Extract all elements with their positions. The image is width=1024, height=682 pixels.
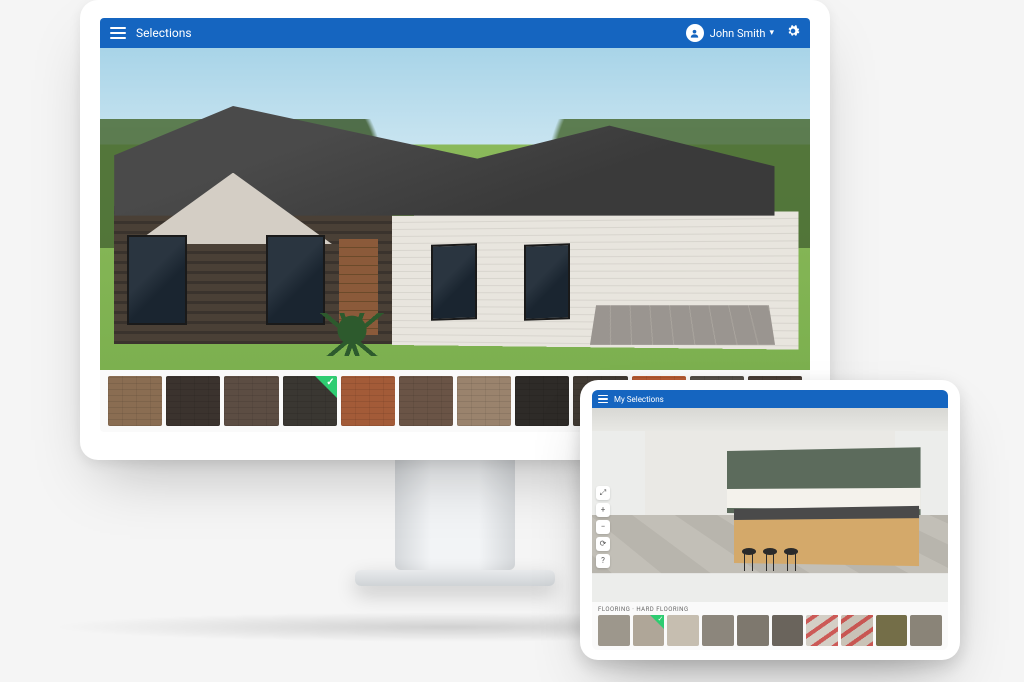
flooring-swatch[interactable] — [876, 615, 908, 646]
window — [266, 235, 325, 326]
roof-swatch[interactable]: ✓ — [283, 376, 337, 426]
roof-swatch[interactable] — [341, 376, 395, 426]
settings-icon[interactable] — [786, 24, 800, 42]
roof-swatch[interactable] — [224, 376, 278, 426]
plant — [312, 313, 391, 356]
viewport-tool-button[interactable]: ⟳ — [596, 537, 610, 551]
flooring-swatch[interactable] — [806, 615, 838, 646]
window — [431, 243, 477, 321]
viewport-tool-button[interactable]: − — [596, 520, 610, 534]
roof-swatch[interactable] — [399, 376, 453, 426]
monitor-base — [355, 570, 555, 586]
window — [127, 235, 186, 326]
tablet-footer: Flooring · Hard Flooring ✓ — [592, 602, 948, 650]
driveway — [590, 305, 775, 344]
menu-icon[interactable] — [110, 27, 126, 39]
viewport-toolbar: ⤢ + − ⟳? — [596, 486, 610, 568]
flooring-swatch[interactable] — [737, 615, 769, 646]
roof-swatch[interactable] — [515, 376, 569, 426]
page-title: Selections — [136, 26, 192, 40]
house-render — [114, 106, 774, 344]
house-3d-viewport[interactable] — [100, 48, 810, 370]
tablet-screen: My Selections ⤢ + − ⟳? Flooring · Hard Floo… — [592, 390, 948, 650]
roof-swatch[interactable] — [166, 376, 220, 426]
stool — [763, 548, 777, 571]
flooring-swatch[interactable] — [598, 615, 630, 646]
app-header: Selections John Smith ▾ — [100, 18, 810, 48]
flooring-swatch[interactable] — [667, 615, 699, 646]
flooring-swatch[interactable] — [772, 615, 804, 646]
tablet-header: My Selections — [592, 390, 948, 408]
flooring-swatch[interactable] — [910, 615, 942, 646]
flooring-swatch[interactable]: ✓ — [633, 615, 665, 646]
monitor-screen: Selections John Smith ▾ — [100, 18, 810, 432]
kitchen-3d-viewport[interactable]: ⤢ + − ⟳? — [592, 408, 948, 602]
check-icon: ✓ — [326, 377, 334, 388]
user-avatar-icon[interactable] — [686, 24, 704, 42]
stool — [784, 548, 798, 571]
flooring-swatch-row: ✓ — [598, 615, 942, 646]
viewport-tool-button[interactable]: + — [596, 503, 610, 517]
tablet-page-title: My Selections — [614, 395, 664, 404]
menu-icon[interactable] — [598, 395, 608, 403]
swatch-category-label: Flooring · Hard Flooring — [598, 606, 942, 613]
viewport-tool-button[interactable]: ⤢ — [596, 486, 610, 500]
monitor-stand — [395, 460, 515, 570]
viewport-tool-button[interactable]: ? — [596, 554, 610, 568]
roof-swatch[interactable] — [108, 376, 162, 426]
user-name[interactable]: John Smith — [710, 27, 766, 40]
window — [524, 243, 570, 321]
stool — [742, 548, 756, 571]
check-icon: ✓ — [658, 615, 664, 623]
roof-swatch[interactable] — [457, 376, 511, 426]
ceiling — [592, 408, 948, 431]
flooring-swatch[interactable] — [702, 615, 734, 646]
flooring-swatch[interactable] — [841, 615, 873, 646]
tablet-device: My Selections ⤢ + − ⟳? Flooring · Hard Floo… — [580, 380, 960, 660]
chevron-down-icon[interactable]: ▾ — [769, 28, 774, 38]
